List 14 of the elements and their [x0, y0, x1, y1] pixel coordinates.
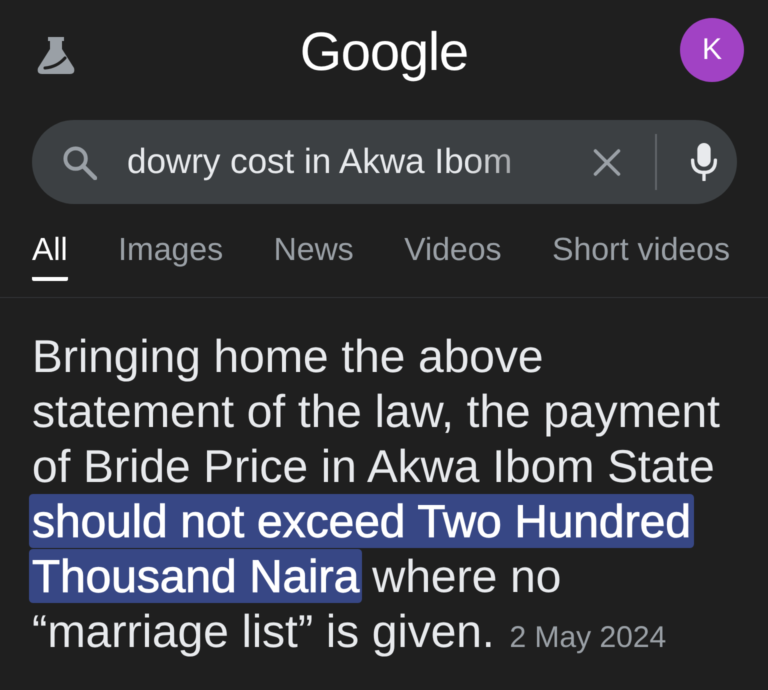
flask-icon[interactable]	[37, 37, 75, 74]
tab[interactable]: Images	[118, 212, 224, 281]
close-icon[interactable]	[593, 148, 621, 176]
search-query: dowry cost in Akwa Ibom	[127, 142, 512, 182]
tab[interactable]: All	[32, 212, 68, 281]
tab[interactable]: Videos	[404, 212, 502, 281]
tab[interactable]: News	[274, 212, 354, 281]
search-icon[interactable]	[62, 144, 97, 180]
tab[interactable]: Short videos	[552, 212, 730, 281]
logo-text: Google	[300, 21, 468, 84]
account-avatar[interactable]: K	[680, 18, 744, 82]
microphone-icon[interactable]	[690, 143, 718, 181]
search-field[interactable]: dowry cost in Akwa Ibom	[32, 120, 737, 204]
result-snippet: Bringing home the above statement of the law, the payment of Bride Price in Akwa Ibom State should not exceed Two Hundred Thousand Naira where no “marriage list” is given. 2 May 2024	[32, 329, 748, 665]
